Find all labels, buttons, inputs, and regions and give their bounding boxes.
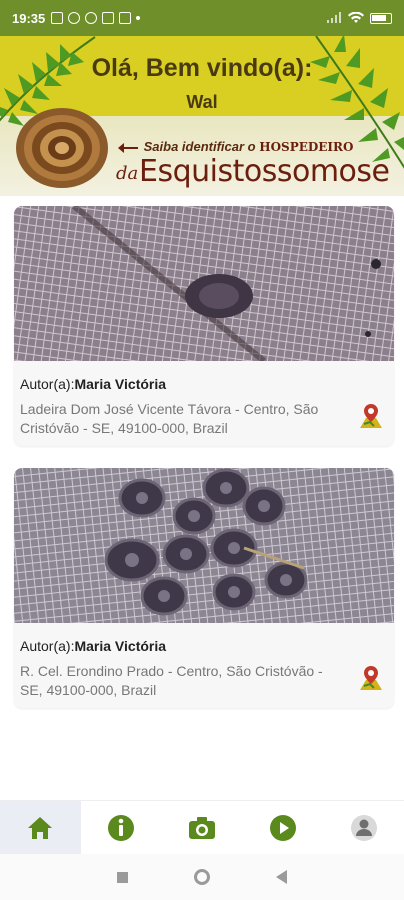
whatsapp-icon bbox=[85, 12, 98, 24]
banner-tagline-prefix: Saiba identificar o bbox=[143, 139, 256, 154]
notification-icon bbox=[51, 12, 64, 24]
bottom-navigation bbox=[0, 800, 404, 854]
header-banner: Olá, Bem vindo(a): Wal Saiba identificar… bbox=[0, 36, 404, 196]
app-screen: 19:35 Olá, Bem vindo(a): Wal Saiba ident… bbox=[0, 0, 404, 900]
nav-info[interactable] bbox=[81, 801, 162, 854]
home-button[interactable] bbox=[194, 869, 210, 885]
info-icon bbox=[108, 814, 135, 841]
more-notifications-icon bbox=[136, 16, 141, 20]
wifi-icon bbox=[348, 12, 364, 23]
system-status-icons bbox=[326, 12, 392, 24]
post-address: R. Cel. Erondino Prado - Centro, São Cri… bbox=[20, 663, 323, 698]
banner-tagline-emphasis: HOSPEDEIRO bbox=[259, 140, 354, 154]
author-line: Autor(a):Maria Victória bbox=[20, 376, 388, 392]
play-icon bbox=[269, 814, 296, 841]
welcome-heading: Olá, Bem vindo(a): bbox=[91, 54, 313, 82]
left-arrow-icon bbox=[118, 142, 138, 153]
snail-shell-image bbox=[16, 108, 108, 188]
system-navigation-bar bbox=[0, 854, 404, 900]
map-pin-icon[interactable] bbox=[358, 664, 384, 692]
gallery-icon bbox=[119, 12, 132, 24]
nav-camera[interactable] bbox=[162, 801, 243, 854]
banner-da: da bbox=[116, 163, 139, 184]
post-card-body: Autor(a):Maria Victória R. Cel. Erondino… bbox=[14, 628, 394, 708]
recents-button[interactable] bbox=[117, 871, 128, 883]
post-card[interactable]: Autor(a):Maria Victória Ladeira Dom José… bbox=[14, 206, 394, 446]
status-bar: 19:35 bbox=[0, 0, 404, 36]
laptop-icon bbox=[102, 12, 115, 24]
nav-profile[interactable] bbox=[323, 801, 404, 854]
author-name: Maria Victória bbox=[74, 638, 167, 654]
nav-video[interactable] bbox=[242, 801, 323, 854]
banner-title: Esquistossomose bbox=[139, 154, 390, 189]
status-time: 19:35 bbox=[12, 10, 46, 26]
post-card[interactable]: Autor(a):Maria Victória R. Cel. Erondino… bbox=[14, 468, 394, 708]
back-button[interactable] bbox=[276, 870, 287, 884]
map-pin-icon[interactable] bbox=[358, 402, 384, 430]
signal-icon bbox=[327, 12, 341, 23]
battery-icon bbox=[370, 12, 392, 24]
profile-icon bbox=[350, 814, 377, 841]
home-icon bbox=[28, 816, 53, 839]
banner-tagline: Saiba identificar o HOSPEDEIRO bbox=[118, 139, 354, 154]
author-line: Autor(a):Maria Victória bbox=[20, 638, 388, 654]
snail-on-mesh-photo[interactable] bbox=[14, 206, 394, 364]
author-label: Autor(a): bbox=[20, 376, 75, 392]
alarm-icon bbox=[68, 12, 81, 24]
post-address: Ladeira Dom José Vicente Távora - Centro… bbox=[20, 401, 319, 436]
author-label: Autor(a): bbox=[20, 638, 75, 654]
camera-icon bbox=[188, 816, 215, 839]
snails-cluster-photo[interactable] bbox=[14, 468, 394, 623]
author-name: Maria Victória bbox=[74, 376, 167, 392]
notification-icons bbox=[51, 12, 141, 24]
nav-home[interactable] bbox=[0, 801, 81, 854]
post-card-body: Autor(a):Maria Victória Ladeira Dom José… bbox=[14, 366, 394, 446]
posts-list: Autor(a):Maria Victória Ladeira Dom José… bbox=[14, 206, 394, 730]
